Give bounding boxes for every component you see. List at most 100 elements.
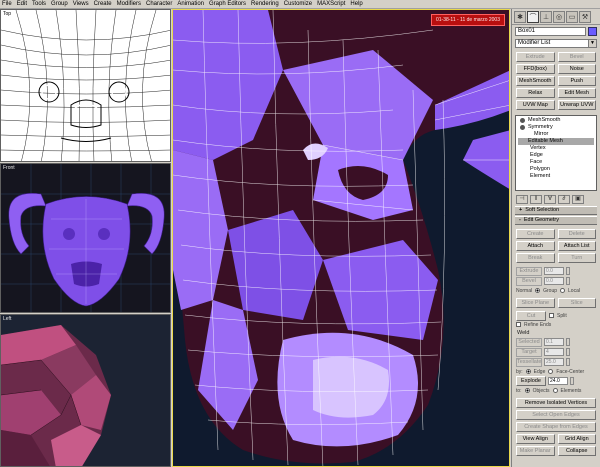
lightbulb-icon[interactable]: [520, 125, 525, 130]
menu-views[interactable]: Views: [73, 0, 89, 8]
weld-target-button[interactable]: Target: [516, 347, 542, 357]
front-viewport[interactable]: Front: [0, 163, 171, 313]
left-viewport[interactable]: Left: [0, 314, 171, 467]
menu-help[interactable]: Help: [350, 0, 362, 8]
noise-modifier-button[interactable]: Noise: [557, 64, 596, 74]
menu-tools[interactable]: Tools: [32, 0, 46, 8]
perspective-viewport[interactable]: 01-38-11 - 11 de marzo 2003: [172, 9, 510, 467]
spinner-icon[interactable]: [570, 377, 574, 385]
refine-ends-checkbox[interactable]: [516, 322, 521, 327]
delete-button[interactable]: Delete: [557, 229, 596, 239]
show-end-result-icon[interactable]: ‖: [530, 194, 542, 204]
edit-geometry-rollout[interactable]: - Edit Geometry: [515, 216, 597, 225]
slice-plane-button[interactable]: Slice Plane: [516, 298, 555, 308]
pin-stack-icon[interactable]: ⊣: [516, 194, 528, 204]
relax-modifier-button[interactable]: Relax: [516, 88, 555, 98]
explode-button[interactable]: Explode: [516, 376, 546, 386]
slice-button[interactable]: Slice: [557, 298, 596, 308]
elements-radio[interactable]: [552, 388, 558, 393]
remove-isolated-vertices-button[interactable]: Remove Isolated Vertices: [516, 398, 596, 408]
spinner-icon[interactable]: [566, 277, 570, 285]
uvw-map-modifier-button[interactable]: UVW Map: [516, 100, 555, 110]
modifier-list-dropdown[interactable]: Modifier List ▼: [515, 39, 597, 48]
spinner-icon[interactable]: [566, 358, 570, 366]
stack-item-vertex[interactable]: Vertex: [518, 145, 594, 152]
turn-button[interactable]: Turn: [557, 253, 596, 263]
hierarchy-icon[interactable]: ⊥: [540, 10, 552, 23]
top-viewport[interactable]: Top: [0, 9, 171, 162]
meshsmooth-modifier-button[interactable]: MeshSmooth: [516, 76, 555, 86]
soft-selection-rollout[interactable]: + Soft Selection: [515, 206, 597, 215]
tessellate-tension-field[interactable]: 25.0: [544, 358, 564, 366]
extrude-button[interactable]: Extrude: [516, 266, 542, 276]
break-button[interactable]: Break: [516, 253, 555, 263]
front-viewport-label[interactable]: Front: [3, 165, 15, 171]
view-align-button[interactable]: View Align: [516, 434, 555, 444]
extrude-amount-field[interactable]: 0.0: [544, 267, 564, 275]
menu-group[interactable]: Group: [51, 0, 68, 8]
stack-item-edge[interactable]: Edge: [518, 152, 594, 159]
stack-item-polygon[interactable]: Polygon: [518, 166, 594, 173]
unwrap-uvw-modifier-button[interactable]: Unwrap UVW: [557, 100, 596, 110]
grid-align-button[interactable]: Grid Align: [557, 434, 596, 444]
create-icon[interactable]: ✱: [514, 10, 526, 23]
weld-target-field[interactable]: 4: [544, 348, 564, 356]
bevel-amount-field[interactable]: 0.0: [544, 277, 564, 285]
lightbulb-icon[interactable]: [520, 118, 525, 123]
stack-item-editable-mesh[interactable]: Editable Mesh: [518, 138, 594, 145]
ffd-box-modifier-button[interactable]: FFD(box): [516, 64, 555, 74]
stack-item-meshsmooth[interactable]: MeshSmooth: [518, 117, 594, 124]
make-planar-button[interactable]: Make Planar: [516, 446, 555, 456]
object-name-field[interactable]: Box01: [515, 27, 586, 36]
tessellate-button[interactable]: Tessellate: [516, 357, 542, 367]
weld-threshold-field[interactable]: 0.1: [544, 338, 564, 346]
utilities-icon[interactable]: ⚒: [579, 10, 591, 23]
remove-modifier-icon[interactable]: ∂: [558, 194, 570, 204]
spinner-icon[interactable]: [566, 267, 570, 275]
create-button[interactable]: Create: [516, 229, 555, 239]
stack-item-mirror[interactable]: Mirror: [518, 131, 594, 138]
chevron-down-icon[interactable]: ▼: [588, 40, 596, 47]
modify-icon[interactable]: ⌒: [527, 10, 539, 23]
select-open-edges-button[interactable]: Select Open Edges: [516, 410, 596, 420]
bevel-button[interactable]: Bevel: [516, 276, 542, 286]
cut-button[interactable]: Cut: [516, 310, 546, 321]
stack-item-symmetry[interactable]: Symmetry: [518, 124, 594, 131]
stack-item-face[interactable]: Face: [518, 159, 594, 166]
weld-selected-button[interactable]: Selected: [516, 337, 542, 347]
menu-animation[interactable]: Animation: [177, 0, 204, 8]
edge-radio[interactable]: [525, 369, 531, 374]
menu-character[interactable]: Character: [146, 0, 172, 8]
menu-modifiers[interactable]: Modifiers: [117, 0, 141, 8]
attach-button[interactable]: Attach: [516, 241, 555, 251]
edit-mesh-modifier-button[interactable]: Edit Mesh: [557, 88, 596, 98]
object-color-swatch[interactable]: [588, 27, 597, 36]
attach-list-button[interactable]: Attach List: [557, 241, 596, 251]
motion-icon[interactable]: ◎: [553, 10, 565, 23]
top-viewport-label[interactable]: Top: [3, 11, 11, 17]
extrude-modifier-button[interactable]: Extrude: [516, 52, 555, 62]
configure-sets-icon[interactable]: ▣: [572, 194, 584, 204]
spinner-icon[interactable]: [566, 338, 570, 346]
spinner-icon[interactable]: [566, 348, 570, 356]
menu-create[interactable]: Create: [94, 0, 112, 8]
create-shape-from-edges-button[interactable]: Create Shape from Edges: [516, 422, 596, 432]
make-unique-icon[interactable]: ∀: [544, 194, 556, 204]
display-icon[interactable]: ▭: [566, 10, 578, 23]
push-modifier-button[interactable]: Push: [557, 76, 596, 86]
stack-item-element[interactable]: Element: [518, 173, 594, 180]
menu-customize[interactable]: Customize: [284, 0, 312, 8]
menu-file[interactable]: File: [2, 0, 12, 8]
local-radio[interactable]: [560, 288, 566, 293]
split-checkbox[interactable]: [549, 313, 554, 318]
bevel-modifier-button[interactable]: Bevel: [557, 52, 596, 62]
left-viewport-label[interactable]: Left: [3, 316, 11, 322]
group-radio[interactable]: [535, 288, 541, 293]
menu-edit[interactable]: Edit: [17, 0, 27, 8]
explode-angle-field[interactable]: 24.0: [548, 377, 568, 385]
collapse-button[interactable]: Collapse: [557, 446, 596, 456]
objects-radio[interactable]: [524, 388, 530, 393]
menu-rendering[interactable]: Rendering: [251, 0, 279, 8]
menu-maxscript[interactable]: MAXScript: [317, 0, 345, 8]
face-center-radio[interactable]: [548, 369, 554, 374]
